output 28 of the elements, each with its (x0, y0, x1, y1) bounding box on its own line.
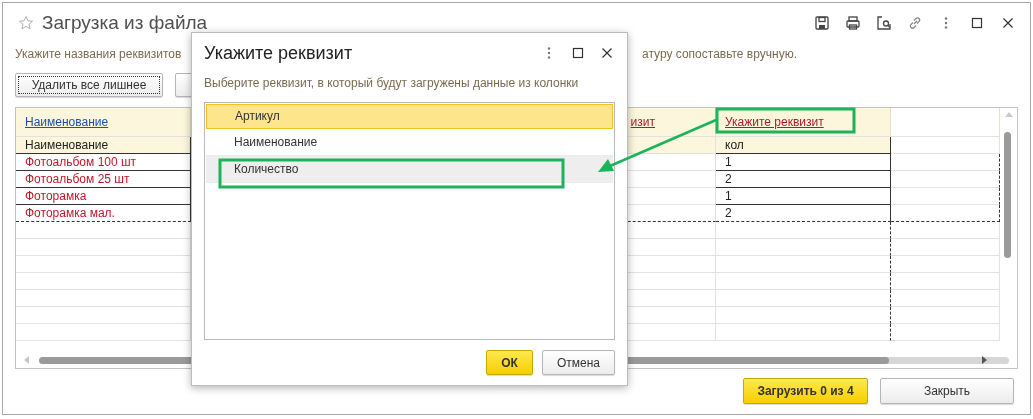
load-button[interactable]: Загрузить 0 из 4 (743, 378, 868, 404)
table-cell: Фотоальбом 100 шт (16, 154, 191, 171)
column-header-link[interactable]: изит (630, 114, 655, 130)
print-icon[interactable] (845, 15, 861, 31)
link-icon[interactable] (907, 15, 923, 31)
save-icon[interactable] (814, 15, 830, 31)
table-cell: кол (716, 137, 891, 154)
hint-text: атуру сопоставьте вручную. (642, 47, 797, 63)
list-item[interactable]: Артикул (206, 104, 613, 129)
ok-button[interactable]: ОК (486, 350, 533, 375)
delete-extra-button[interactable]: Удалить все лишнее (15, 73, 163, 97)
table-cell: 1 (716, 154, 891, 171)
cancel-button[interactable]: Отмена (541, 350, 615, 375)
preview-icon[interactable] (876, 15, 892, 31)
table-cell: 1 (716, 188, 891, 205)
maximize-icon[interactable] (969, 15, 985, 31)
table-cell: 2 (716, 171, 891, 188)
prompt-text: Выберите реквизит, в который будут загружены данные из колонки (204, 76, 580, 92)
list-item[interactable]: Количество (206, 156, 613, 183)
window-title: Загрузка из файла (42, 12, 209, 34)
star-icon[interactable] (18, 15, 34, 31)
hint-text: Укажите названия реквизитов (15, 47, 182, 63)
table-cell: Фоторамка (16, 188, 191, 205)
table-cell: Фотоальбом 25 шт (16, 171, 191, 188)
table-cell: Наименование (16, 137, 191, 154)
maximize-icon[interactable] (570, 45, 586, 61)
dialog-title: Укажите реквизит (204, 42, 354, 64)
close-button[interactable]: Закрыть (880, 378, 1014, 404)
